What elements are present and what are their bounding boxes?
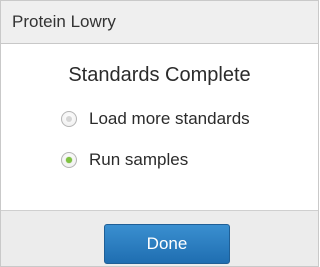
option-load-more-standards[interactable]: Load more standards: [61, 107, 250, 131]
option-label: Run samples: [89, 150, 189, 169]
radio-selected-icon[interactable]: [61, 152, 77, 168]
dialog: Protein Lowry Standards Complete Load mo…: [0, 0, 319, 267]
dialog-footer: Done: [1, 210, 318, 266]
dialog-heading: Standards Complete: [68, 64, 251, 86]
title-bar: Protein Lowry: [1, 1, 318, 44]
done-button[interactable]: Done: [104, 224, 230, 264]
option-label: Load more standards: [89, 109, 250, 128]
option-run-samples[interactable]: Run samples: [61, 148, 188, 172]
radio-unselected-icon[interactable]: [61, 111, 77, 127]
dialog-title: Protein Lowry: [12, 12, 116, 31]
